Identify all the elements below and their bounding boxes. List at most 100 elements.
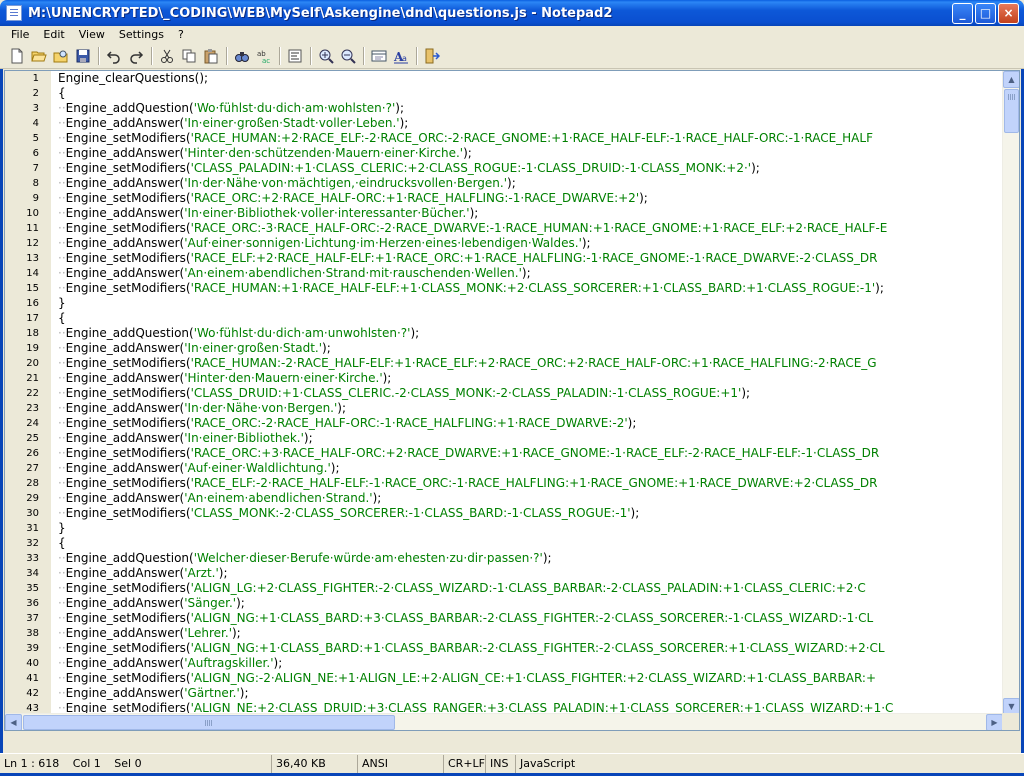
code-line[interactable]: 39 ··Engine_setModifiers('ALIGN_NG:+1·CLA… (5, 641, 1005, 656)
code-line[interactable]: 20 ··Engine_setModifiers('RACE_HUMAN:-2·R… (5, 356, 1005, 371)
word-wrap-button[interactable] (284, 45, 306, 67)
font-button[interactable]: Aa (390, 45, 412, 67)
code-line[interactable]: 36 ··Engine_addAnswer('Sänger.'); (5, 596, 1005, 611)
status-language[interactable]: JavaScript (516, 755, 636, 773)
code-text: ··Engine_addAnswer('Hinter·den·Mauern·ei… (58, 371, 392, 385)
scroll-right-arrow-icon[interactable]: ▶ (986, 714, 1003, 730)
code-line[interactable]: 12 ··Engine_addAnswer('Auf·einer·sonnigen… (5, 236, 1005, 251)
code-line[interactable]: 4 ··Engine_addAnswer('In·einer·großen·Sta… (5, 116, 1005, 131)
vertical-scrollbar[interactable]: ▲ ▼ (1002, 71, 1019, 715)
browse-button[interactable] (50, 45, 72, 67)
menu-edit[interactable]: Edit (36, 28, 71, 41)
code-line[interactable]: 5 ··Engine_setModifiers('RACE_HUMAN:+2·RA… (5, 131, 1005, 146)
code-line[interactable]: 28 ··Engine_setModifiers('RACE_ELF:-2·RAC… (5, 476, 1005, 491)
status-line-endings[interactable]: CR+LF (444, 754, 486, 773)
copy-button[interactable] (178, 45, 200, 67)
horizontal-scrollbar[interactable]: ◀ ▶ (5, 713, 1003, 730)
code-line[interactable]: 15 ··Engine_setModifiers('RACE_HUMAN:+1·R… (5, 281, 1005, 296)
menu-settings[interactable]: Settings (112, 28, 171, 41)
code-line[interactable]: 17 { (5, 311, 1005, 326)
code-line[interactable]: 7 ··Engine_setModifiers('CLASS_PALADIN:+1… (5, 161, 1005, 176)
close-button[interactable]: × (998, 2, 1019, 24)
save-button[interactable] (72, 45, 94, 67)
code-line[interactable]: 19 ··Engine_addAnswer('In·einer·großen·St… (5, 341, 1005, 356)
line-number: 27 (26, 463, 39, 474)
code-line[interactable]: 32 { (5, 536, 1005, 551)
code-text: } (58, 296, 66, 310)
code-line[interactable]: 18 ··Engine_addQuestion('Wo·fühlst·du·dic… (5, 326, 1005, 341)
code-text: ··Engine_addQuestion('Wo·fühlst·du·dich·… (58, 326, 420, 340)
status-insert-mode: INS (486, 754, 516, 773)
code-line[interactable]: 26 ··Engine_setModifiers('RACE_ORC:+3·RAC… (5, 446, 1005, 461)
code-line[interactable]: 31} (5, 521, 1005, 536)
code-line[interactable]: 11 ··Engine_setModifiers('RACE_ORC:-3·RAC… (5, 221, 1005, 236)
notepad-app-icon[interactable] (6, 5, 22, 21)
toolbar-separator (226, 46, 227, 65)
code-line[interactable]: 14 ··Engine_addAnswer('An·einem·abendlich… (5, 266, 1005, 281)
new-file-button[interactable] (6, 45, 28, 67)
scroll-up-arrow-icon[interactable]: ▲ (1003, 71, 1019, 88)
code-text: ··Engine_setModifiers('ALIGN_LG:+2·CLASS… (58, 581, 866, 595)
find-icon (235, 51, 249, 62)
title-bar[interactable]: M:\UNENCRYPTED\_CODING\WEB\MySelf\Askeng… (0, 0, 1024, 26)
code-editor[interactable]: 1 Engine_clearQuestions(); 2{3 ··Engine_add… (4, 70, 1020, 731)
toolbar-separator (279, 46, 280, 65)
code-line[interactable]: 13 ··Engine_setModifiers('RACE_ELF:+2·RAC… (5, 251, 1005, 266)
line-number: 34 (26, 568, 39, 579)
code-line[interactable]: 1 Engine_clearQuestions(); (5, 71, 1005, 86)
code-line[interactable]: 25 ··Engine_addAnswer('In·einer·Bibliothe… (5, 431, 1005, 446)
code-line[interactable]: 38 ··Engine_addAnswer('Lehrer.'); (5, 626, 1005, 641)
replace-button[interactable]: ab ac (253, 45, 275, 67)
code-line[interactable]: 42 ··Engine_addAnswer('Gärtner.'); (5, 686, 1005, 701)
code-text: ··Engine_addAnswer('Auf·einer·sonnigen·L… (58, 236, 591, 250)
code-line[interactable]: 27 ··Engine_addAnswer('Auf·einer·Waldlich… (5, 461, 1005, 476)
line-number: 38 (26, 628, 39, 639)
code-line[interactable]: 16} (5, 296, 1005, 311)
menu-help[interactable]: ? (171, 28, 191, 41)
redo-button[interactable] (125, 45, 147, 67)
exit-button[interactable] (421, 45, 443, 67)
undo-button[interactable] (103, 45, 125, 67)
code-line[interactable]: 22 ··Engine_setModifiers('CLASS_DRUID:+1·… (5, 386, 1005, 401)
zoom-in-button[interactable] (315, 45, 337, 67)
zoom-out-button[interactable] (337, 45, 359, 67)
scroll-left-arrow-icon[interactable]: ◀ (5, 714, 22, 730)
code-text: ··Engine_setModifiers('RACE_ORC:-2·RACE_… (58, 416, 637, 430)
code-line[interactable]: 34 ··Engine_addAnswer('Arzt.'); (5, 566, 1005, 581)
maximize-button[interactable]: □ (975, 2, 996, 24)
code-line[interactable]: 10 ··Engine_addAnswer('In·einer·Bibliothe… (5, 206, 1005, 221)
menu-file[interactable]: File (4, 28, 36, 41)
find-button[interactable] (231, 45, 253, 67)
code-line[interactable]: 9 ··Engine_setModifiers('RACE_ORC:+2·RACE… (5, 191, 1005, 206)
code-lines[interactable]: 1 Engine_clearQuestions(); 2{3 ··Engine_add… (5, 71, 1005, 715)
code-text: ··Engine_addAnswer('Arzt.'); (58, 566, 228, 580)
code-line[interactable]: 6 ··Engine_addAnswer('Hinter·den·schützen… (5, 146, 1005, 161)
code-line[interactable]: 30 ··Engine_setModifiers('CLASS_MONK:-2·C… (5, 506, 1005, 521)
cut-button[interactable] (156, 45, 178, 67)
horizontal-scroll-thumb[interactable] (23, 715, 395, 730)
code-line[interactable]: 40 ··Engine_addAnswer('Auftragskiller.'); (5, 656, 1005, 671)
code-line[interactable]: 24 ··Engine_setModifiers('RACE_ORC:-2·RAC… (5, 416, 1005, 431)
code-text: ··Engine_addAnswer('An·einem·abendlichen… (58, 266, 531, 280)
vertical-scroll-thumb[interactable] (1004, 89, 1019, 133)
code-line[interactable]: 8 ··Engine_addAnswer('In·der·Nähe·von·mäc… (5, 176, 1005, 191)
code-line[interactable]: 23 ··Engine_addAnswer('In·der·Nähe·von·Be… (5, 401, 1005, 416)
paste-button[interactable] (200, 45, 222, 67)
open-file-button[interactable] (28, 45, 50, 67)
minimize-button[interactable]: _ (952, 2, 973, 24)
code-line[interactable]: 33 ··Engine_addQuestion('Welcher·dieser·B… (5, 551, 1005, 566)
code-line[interactable]: 29 ··Engine_addAnswer('An·einem·abendlich… (5, 491, 1005, 506)
menu-view[interactable]: View (72, 28, 112, 41)
code-line[interactable]: 35 ··Engine_setModifiers('ALIGN_LG:+2·CLA… (5, 581, 1005, 596)
font-icon: Aa (393, 50, 408, 64)
scheme-button[interactable] (368, 45, 390, 67)
code-line[interactable]: 3 ··Engine_addQuestion('Wo·fühlst·du·dich… (5, 101, 1005, 116)
code-text: ··Engine_addAnswer('Lehrer.'); (58, 626, 241, 640)
code-line[interactable]: 37 ··Engine_setModifiers('ALIGN_NG:+1·CLA… (5, 611, 1005, 626)
code-line[interactable]: 41 ··Engine_setModifiers('ALIGN_NG:-2·ALI… (5, 671, 1005, 686)
status-encoding[interactable]: ANSI (358, 754, 444, 773)
line-number: 17 (26, 313, 39, 324)
copy-icon (182, 49, 196, 62)
code-line[interactable]: 21 ··Engine_addAnswer('Hinter·den·Mauern·… (5, 371, 1005, 386)
code-line[interactable]: 2{ (5, 86, 1005, 101)
